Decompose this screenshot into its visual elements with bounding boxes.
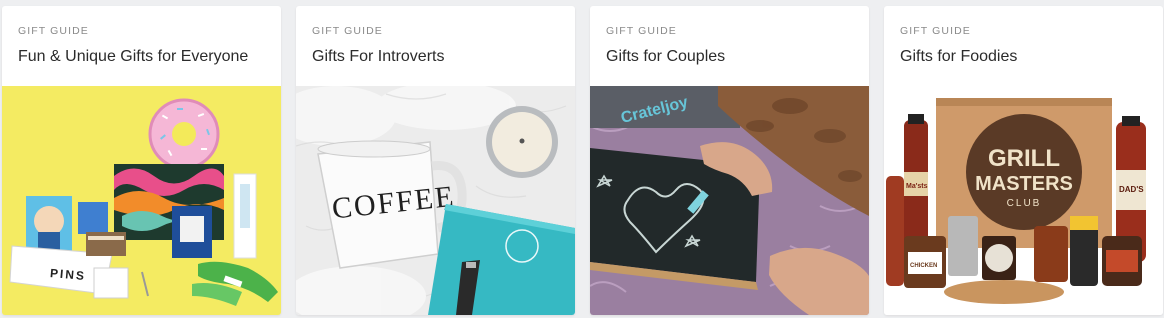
bottle-left-text: Ma'sts — [906, 183, 928, 190]
card-eyebrow: GIFT GUIDE — [312, 25, 383, 37]
card-eyebrow: GIFT GUIDE — [606, 25, 677, 37]
box-text-line1: GRILL — [988, 145, 1060, 172]
card-title[interactable]: Fun & Unique Gifts for Everyone — [18, 48, 248, 66]
card-eyebrow: GIFT GUIDE — [18, 25, 89, 37]
box-text-line2: MASTERS — [975, 173, 1073, 195]
card-header: GIFT GUIDE Fun & Unique Gifts for Everyo… — [2, 6, 281, 86]
gift-card-everyone[interactable]: GIFT GUIDE Fun & Unique Gifts for Everyo… — [2, 6, 281, 315]
card-header: GIFT GUIDE Gifts For Introverts — [296, 6, 575, 86]
jar-text: CHICKEN — [910, 263, 937, 269]
card-image-foodies[interactable]: GRILL MASTERS CLUB Ma'sts DAD'S CHICKEN — [884, 86, 1163, 315]
card-image-couples[interactable]: Crateljoy — [590, 86, 869, 315]
card-title[interactable]: Gifts For Introverts — [312, 48, 444, 66]
gift-card-couples[interactable]: GIFT GUIDE Gifts for Couples Crateljoy — [590, 6, 869, 315]
card-image-introverts[interactable]: COFFEE — [296, 86, 575, 315]
card-image-everyone[interactable]: PINS — [2, 86, 281, 315]
card-header: GIFT GUIDE Gifts for Couples — [590, 6, 869, 86]
gift-card-introverts[interactable]: GIFT GUIDE Gifts For Introverts COFFEE — [296, 6, 575, 315]
card-header: GIFT GUIDE Gifts for Foodies — [884, 6, 1163, 86]
card-eyebrow: GIFT GUIDE — [900, 25, 971, 37]
gift-card-foodies[interactable]: GIFT GUIDE Gifts for Foodies GRILL MASTE… — [884, 6, 1163, 315]
card-title[interactable]: Gifts for Couples — [606, 48, 725, 66]
gift-guide-grid: GIFT GUIDE Fun & Unique Gifts for Everyo… — [0, 0, 1164, 318]
card-title[interactable]: Gifts for Foodies — [900, 48, 1017, 66]
bottle-right-text: DAD'S — [1119, 185, 1144, 194]
box-text-line3: CLUB — [1007, 198, 1042, 209]
